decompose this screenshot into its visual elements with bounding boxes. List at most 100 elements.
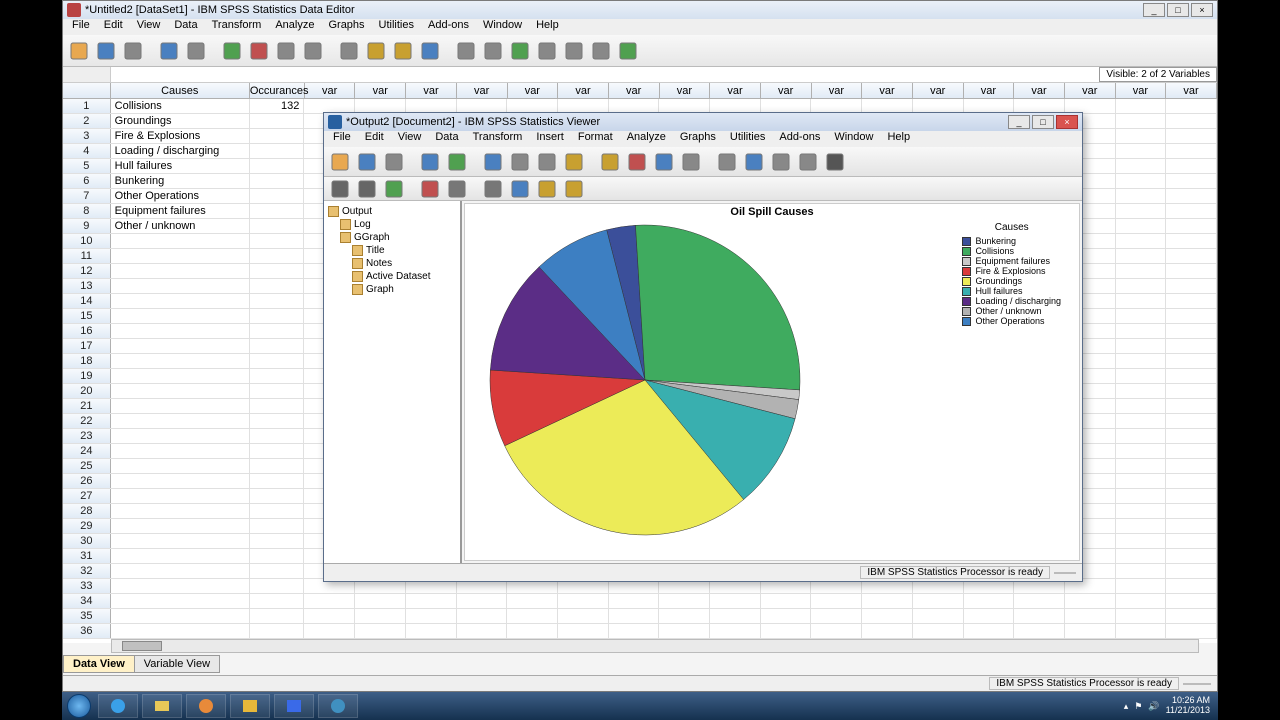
menu-view[interactable]: View xyxy=(130,19,168,35)
toolbar-button[interactable] xyxy=(535,177,559,201)
toolbar-button[interactable] xyxy=(418,39,442,63)
toolbar-button[interactable] xyxy=(508,150,532,174)
menu-edit[interactable]: Edit xyxy=(97,19,130,35)
menu-transform[interactable]: Transform xyxy=(205,19,269,35)
toolbar-button[interactable] xyxy=(679,150,703,174)
tree-ggraph[interactable]: GGraph xyxy=(328,231,456,244)
task-ie[interactable] xyxy=(98,694,138,718)
toolbar-button[interactable] xyxy=(157,39,181,63)
toolbar-button[interactable] xyxy=(67,39,91,63)
toolbar-button[interactable] xyxy=(355,150,379,174)
output-tree[interactable]: OutputLogGGraphTitleNotesActive DatasetG… xyxy=(324,201,462,563)
col-header-var[interactable]: var xyxy=(913,83,964,98)
tray-flag-icon[interactable]: ⚑ xyxy=(1134,701,1142,712)
toolbar-button[interactable] xyxy=(508,39,532,63)
toolbar-button[interactable] xyxy=(535,39,559,63)
menu-file[interactable]: File xyxy=(65,19,97,35)
toolbar-button[interactable] xyxy=(508,177,532,201)
toolbar-button[interactable] xyxy=(391,39,415,63)
menu-insert[interactable]: Insert xyxy=(529,131,571,147)
tree-notes[interactable]: Notes xyxy=(328,257,456,270)
toolbar-button[interactable] xyxy=(796,150,820,174)
task-spss[interactable] xyxy=(318,694,358,718)
menu-graphs[interactable]: Graphs xyxy=(321,19,371,35)
windows-taskbar[interactable]: ▴ ⚑ 🔊 10:26 AM 11/21/2013 xyxy=(62,692,1218,720)
col-header-var[interactable]: var xyxy=(406,83,457,98)
toolbar-button[interactable] xyxy=(355,177,379,201)
col-header-var[interactable]: var xyxy=(1166,83,1217,98)
toolbar-button[interactable] xyxy=(247,39,271,63)
close-button[interactable]: × xyxy=(1191,3,1213,17)
menu-view[interactable]: View xyxy=(391,131,429,147)
task-explorer[interactable] xyxy=(142,694,182,718)
col-header-var[interactable]: var xyxy=(558,83,609,98)
toolbar-button[interactable] xyxy=(652,150,676,174)
toolbar-button[interactable] xyxy=(589,39,613,63)
toolbar-button[interactable] xyxy=(616,39,640,63)
col-header-var[interactable]: var xyxy=(761,83,812,98)
col-header-var[interactable]: var xyxy=(964,83,1015,98)
start-button[interactable] xyxy=(62,692,96,720)
toolbar-button[interactable] xyxy=(328,177,352,201)
toolbar-button[interactable] xyxy=(562,177,586,201)
toolbar-button[interactable] xyxy=(220,39,244,63)
tree-output[interactable]: Output xyxy=(328,205,456,218)
task-word[interactable] xyxy=(274,694,314,718)
menu-add-ons[interactable]: Add-ons xyxy=(772,131,827,147)
menu-add-ons[interactable]: Add-ons xyxy=(421,19,476,35)
toolbar-button[interactable] xyxy=(418,177,442,201)
menu-utilities[interactable]: Utilities xyxy=(723,131,772,147)
titlebar-main[interactable]: *Untitled2 [DataSet1] - IBM SPSS Statist… xyxy=(63,1,1217,19)
titlebar-output[interactable]: *Output2 [Document2] - IBM SPSS Statisti… xyxy=(324,113,1082,131)
toolbar-button[interactable] xyxy=(535,150,559,174)
col-header-var[interactable]: var xyxy=(1014,83,1065,98)
table-row[interactable]: 34 xyxy=(63,594,1217,609)
col-header-var[interactable]: var xyxy=(609,83,660,98)
toolbar-button[interactable] xyxy=(769,150,793,174)
menu-transform[interactable]: Transform xyxy=(466,131,530,147)
toolbar-button[interactable] xyxy=(715,150,739,174)
col-header-var[interactable]: var xyxy=(457,83,508,98)
col-header-var[interactable]: var xyxy=(508,83,559,98)
tree-graph[interactable]: Graph xyxy=(328,283,456,296)
toolbar-button[interactable] xyxy=(625,150,649,174)
maximize-button[interactable]: □ xyxy=(1167,3,1189,17)
menu-window[interactable]: Window xyxy=(476,19,529,35)
system-tray[interactable]: ▴ ⚑ 🔊 10:26 AM 11/21/2013 xyxy=(1116,696,1218,716)
minimize-button[interactable]: _ xyxy=(1143,3,1165,17)
toolbar-button[interactable] xyxy=(598,150,622,174)
toolbar-button[interactable] xyxy=(742,150,766,174)
toolbar-button[interactable] xyxy=(481,39,505,63)
tree-title[interactable]: Title xyxy=(328,244,456,257)
toolbar-button[interactable] xyxy=(364,39,388,63)
col-header-var[interactable]: var xyxy=(812,83,863,98)
minimize-button[interactable]: _ xyxy=(1008,115,1030,129)
tree-log[interactable]: Log xyxy=(328,218,456,231)
output-canvas[interactable]: Oil Spill Causes Causes BunkeringCollisi… xyxy=(464,203,1080,561)
menu-graphs[interactable]: Graphs xyxy=(673,131,723,147)
menu-window[interactable]: Window xyxy=(827,131,880,147)
toolbar-button[interactable] xyxy=(445,177,469,201)
task-media[interactable] xyxy=(186,694,226,718)
toolbar-button[interactable] xyxy=(274,39,298,63)
toolbar-button[interactable] xyxy=(184,39,208,63)
horizontal-scrollbar[interactable] xyxy=(111,639,1199,653)
table-row[interactable]: 35 xyxy=(63,609,1217,624)
menu-utilities[interactable]: Utilities xyxy=(372,19,421,35)
tree-active-dataset[interactable]: Active Dataset xyxy=(328,270,456,283)
menu-help[interactable]: Help xyxy=(880,131,917,147)
menu-format[interactable]: Format xyxy=(571,131,620,147)
toolbar-button[interactable] xyxy=(121,39,145,63)
menu-file[interactable]: File xyxy=(326,131,358,147)
menu-analyze[interactable]: Analyze xyxy=(620,131,673,147)
clock[interactable]: 10:26 AM 11/21/2013 xyxy=(1166,696,1210,716)
toolbar-button[interactable] xyxy=(445,150,469,174)
toolbar-button[interactable] xyxy=(382,150,406,174)
toolbar-button[interactable] xyxy=(301,39,325,63)
toolbar-button[interactable] xyxy=(454,39,478,63)
toolbar-button[interactable] xyxy=(328,150,352,174)
col-header-var[interactable]: var xyxy=(660,83,711,98)
toolbar-button[interactable] xyxy=(418,150,442,174)
tab-data-view[interactable]: Data View xyxy=(63,655,135,673)
close-button[interactable]: × xyxy=(1056,115,1078,129)
